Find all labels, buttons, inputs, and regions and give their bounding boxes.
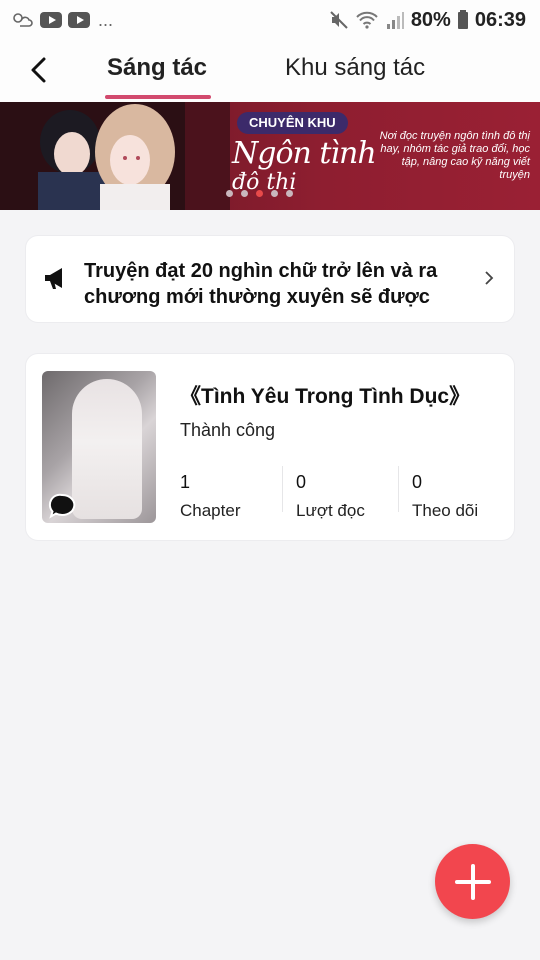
promo-banner[interactable]: CHUYÊN KHU Ngôn tình đô thị Nơi đọc truy… xyxy=(0,102,540,210)
top-navigation: Sáng tác Khu sáng tác xyxy=(0,40,540,102)
mute-icon xyxy=(330,11,348,29)
story-card[interactable]: 《Tình Yêu Trong Tình Dục》 Thành công 1 C… xyxy=(26,354,514,540)
status-bar: ... 80% 06:39 xyxy=(0,0,540,40)
stat-divider xyxy=(282,466,283,512)
carousel-dot-active xyxy=(256,190,263,197)
wifi-icon xyxy=(356,11,378,29)
story-cover xyxy=(42,371,156,523)
banner-description: Nơi đọc truyện ngôn tình đô thị hay, nhó… xyxy=(379,130,530,181)
cover-figure xyxy=(72,379,142,519)
carousel-dot xyxy=(286,190,293,197)
chevron-left-icon xyxy=(31,57,46,83)
add-story-button[interactable] xyxy=(435,844,510,919)
signal-icon xyxy=(386,12,404,29)
banner-illustration xyxy=(0,102,230,210)
stat-followers: 0 Theo dõi xyxy=(412,472,522,521)
stat-label: Chapter xyxy=(180,501,241,520)
announcement-text: Truyện đạt 20 nghìn chữ trở lên và ra ch… xyxy=(84,260,438,308)
stat-label: Theo dõi xyxy=(412,501,479,520)
carousel-dot xyxy=(271,190,278,197)
clock: 06:39 xyxy=(474,8,526,31)
tab-khu-sang-tac[interactable]: Khu sáng tác xyxy=(285,54,425,82)
status-left-icons: ... xyxy=(10,10,113,31)
carousel-dot xyxy=(241,190,248,197)
active-tab-indicator xyxy=(105,95,211,99)
youtube-icon xyxy=(68,12,90,28)
megaphone-icon xyxy=(45,268,62,289)
carousel-dot xyxy=(226,190,233,197)
stat-value: 0 xyxy=(412,472,423,492)
back-button[interactable] xyxy=(18,50,58,90)
story-status: Thành công xyxy=(180,420,276,440)
stat-label: Lượt đọc xyxy=(296,501,365,520)
story-title: 《Tình Yêu Trong Tình Dục》 xyxy=(180,385,471,408)
stat-divider xyxy=(398,466,399,512)
stat-value: 0 xyxy=(296,472,307,492)
status-right-icons: 80% 06:39 xyxy=(329,9,526,32)
chevron-right-icon xyxy=(485,271,494,285)
stat-chapters: 1 Chapter xyxy=(180,472,290,521)
youtube-icon xyxy=(40,12,62,28)
comment-icon xyxy=(48,493,76,519)
battery-icon xyxy=(457,10,468,29)
battery-percent: 80% xyxy=(410,8,451,31)
banner-tag: CHUYÊN KHU xyxy=(237,112,348,134)
announcement-card[interactable]: Truyện đạt 20 nghìn chữ trở lên và ra ch… xyxy=(26,236,514,322)
more-notifications: ... xyxy=(98,9,114,30)
weather-icon xyxy=(13,13,33,27)
tab-sang-tac[interactable]: Sáng tác xyxy=(107,54,207,82)
stat-value: 1 xyxy=(180,472,191,492)
stat-reads: 0 Lượt đọc xyxy=(296,472,406,521)
carousel-indicator xyxy=(226,190,293,197)
plus-icon xyxy=(454,863,491,900)
banner-title: Ngôn tình xyxy=(232,136,377,171)
